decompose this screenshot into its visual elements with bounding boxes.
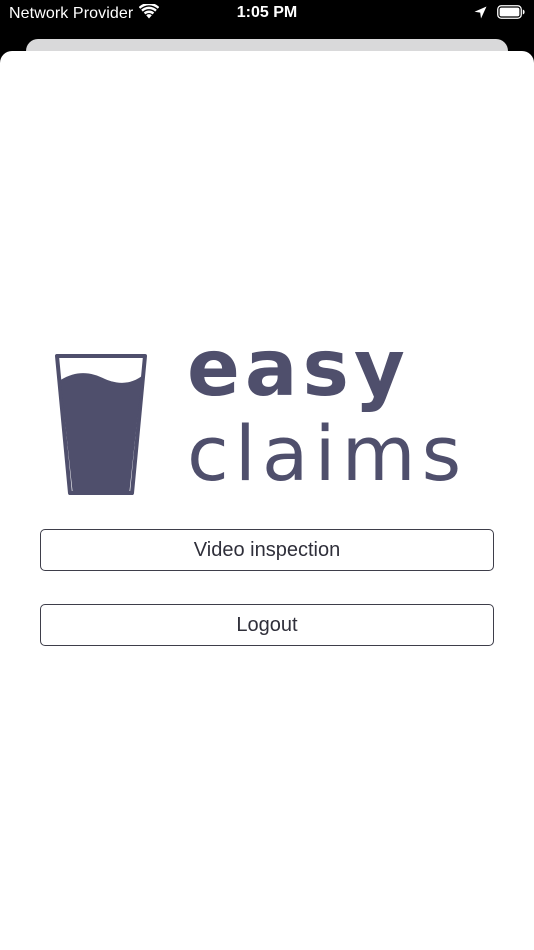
main-sheet [0,51,534,950]
location-arrow-icon [474,6,487,24]
battery-icon [497,5,525,24]
easy-claims-logo: easy claims [55,330,485,500]
glass-icon [55,354,147,500]
logo-text-easy: easy [187,324,410,414]
logout-button[interactable]: Logout [40,604,494,646]
status-indicators [474,5,525,24]
video-inspection-button[interactable]: Video inspection [40,529,494,571]
status-time: 1:05 PM [236,4,298,21]
status-bar: Network Provider 1:05 PM [0,0,534,30]
logo-text-claims: claims [187,409,468,498]
